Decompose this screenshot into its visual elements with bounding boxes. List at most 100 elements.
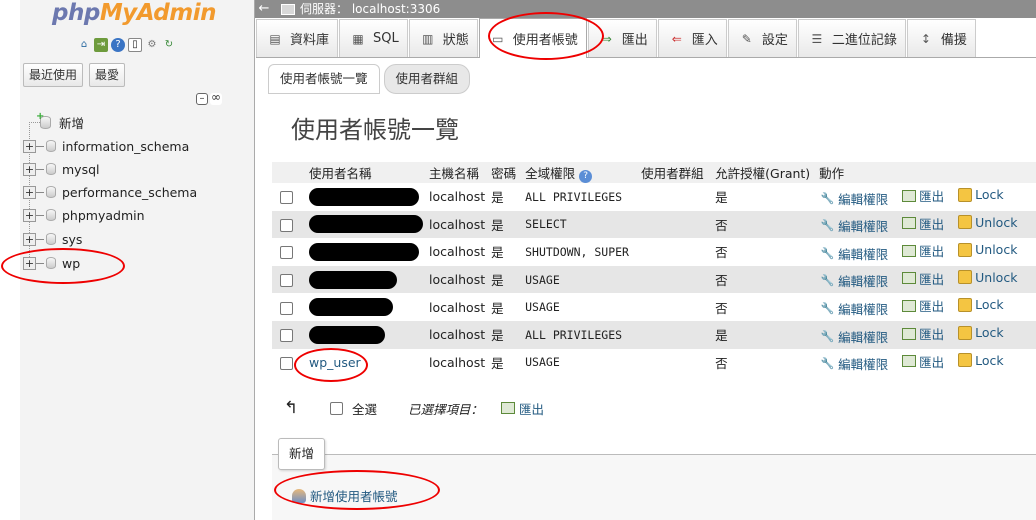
favorites-button[interactable]: 最愛 (89, 63, 126, 87)
add-user-account-link[interactable]: 新增使用者帳號 (292, 486, 398, 505)
bulk-export-button[interactable]: 匯出 (501, 399, 544, 418)
server-label[interactable]: 伺服器： localhost:3306 (300, 0, 440, 18)
db-name[interactable]: performance_schema (62, 185, 197, 200)
tab-databases[interactable]: ▤ 資料庫 (256, 19, 339, 57)
logout-icon[interactable]: ⇥ (94, 38, 108, 52)
phpmyadmin-logo[interactable]: phpMyAdmin (52, 0, 216, 26)
host-cell: localhost (426, 210, 489, 239)
docs-icon[interactable]: ▯ (128, 38, 142, 52)
tab-binary-log[interactable]: ☰ 二進位記錄 (797, 19, 906, 57)
edit-privileges-label: 編輯權限 (838, 274, 889, 290)
username-cell (306, 238, 426, 266)
tree-db-wp[interactable]: + wp (23, 254, 80, 272)
collapse-all-icon[interactable]: – (196, 93, 208, 105)
select-all-label[interactable]: 全選 (352, 399, 377, 418)
header-username[interactable]: 使用者名稱 (306, 162, 426, 183)
header-host[interactable]: 主機名稱 (426, 162, 489, 183)
row-checkbox[interactable] (280, 274, 293, 288)
redacted-username (309, 325, 385, 344)
expand-icon[interactable]: + (23, 185, 36, 199)
redacted-username (309, 242, 419, 261)
sql-icon: ▦ (352, 31, 364, 46)
row-checkbox[interactable] (280, 191, 293, 205)
tree-db-performance-schema[interactable]: + performance_schema (23, 183, 197, 201)
lock-link[interactable]: Lock (958, 353, 1004, 368)
export-link[interactable]: 匯出 (902, 241, 944, 260)
tree-new-database[interactable]: 新增 (36, 111, 84, 131)
tree-db-mysql[interactable]: + mysql (23, 160, 100, 178)
row-checkbox[interactable] (280, 301, 293, 315)
edit-privileges-icon: 🔧 (820, 191, 835, 205)
tab-status[interactable]: ▥ 狀態 (408, 19, 478, 57)
tab-user-accounts[interactable]: ▭ 使用者帳號 (478, 18, 587, 58)
export-label: 匯出 (919, 216, 945, 232)
row-checkbox[interactable] (280, 246, 293, 260)
password-cell: 是 (488, 210, 523, 239)
link-icon[interactable]: ∞ (210, 91, 222, 105)
bulk-actions: ↰ 全選 已選擇項目： 匯出 (284, 398, 544, 418)
tree-db-phpmyadmin[interactable]: + phpmyadmin (23, 206, 145, 224)
help-icon[interactable]: ? (579, 169, 593, 183)
edit-privileges-link[interactable]: 🔧 編輯權限 (820, 327, 888, 346)
row-checkbox[interactable] (280, 356, 293, 370)
export-link[interactable]: 匯出 (902, 296, 944, 315)
export-link[interactable]: 匯出 (902, 269, 944, 288)
db-name[interactable]: wp (62, 256, 80, 271)
db-name[interactable]: phpmyadmin (62, 208, 145, 223)
home-icon[interactable]: ⌂ (77, 38, 91, 52)
db-name[interactable]: information_schema (62, 139, 189, 154)
export-link[interactable]: 匯出 (902, 214, 944, 233)
expand-icon[interactable]: + (23, 208, 36, 222)
select-all-checkbox[interactable] (330, 401, 343, 415)
edit-privileges-link[interactable]: 🔧 編輯權限 (820, 189, 888, 208)
settings-icon[interactable]: ⚙ (145, 38, 159, 52)
tree-db-sys[interactable]: + sys (23, 230, 82, 248)
row-checkbox[interactable] (280, 218, 293, 232)
replication-icon: ↕ (920, 31, 931, 46)
password-cell: 是 (488, 293, 523, 321)
export-icon (902, 272, 917, 285)
export-link[interactable]: 匯出 (902, 186, 944, 205)
edit-privileges-link[interactable]: 🔧 編輯權限 (820, 299, 888, 318)
db-name[interactable]: sys (62, 232, 82, 247)
lock-link[interactable]: Unlock (958, 270, 1017, 285)
export-link[interactable]: 匯出 (902, 352, 944, 371)
export-label: 匯出 (919, 327, 945, 343)
grant-cell: 否 (712, 348, 817, 377)
lock-link[interactable]: Unlock (958, 215, 1017, 230)
db-name[interactable]: mysql (62, 162, 100, 177)
subtab-user-groups[interactable]: 使用者群組 (383, 64, 471, 94)
header-password[interactable]: 密碼 (488, 162, 523, 183)
edit-privileges-link[interactable]: 🔧 編輯權限 (820, 354, 888, 373)
expand-icon[interactable]: + (23, 139, 36, 153)
username-link[interactable]: wp_user (309, 355, 361, 370)
edit-privileges-link[interactable]: 🔧 編輯權限 (820, 216, 888, 235)
export-icon: ⇒ (601, 31, 612, 46)
expand-icon[interactable]: + (23, 162, 36, 176)
recent-button[interactable]: 最近使用 (23, 63, 84, 87)
subtab-accounts-overview[interactable]: 使用者帳號一覽 (268, 64, 380, 94)
lock-link[interactable]: Lock (958, 187, 1004, 202)
tab-replication[interactable]: ↕ 備援 (906, 19, 976, 57)
export-link[interactable]: 匯出 (902, 324, 944, 343)
edit-privileges-link[interactable]: 🔧 編輯權限 (820, 271, 888, 290)
reload-icon[interactable]: ↻ (162, 38, 176, 52)
tree-db-information-schema[interactable]: + information_schema (23, 137, 189, 155)
tab-settings[interactable]: ✎ 設定 (727, 19, 797, 57)
header-user-group: 使用者群組 (638, 162, 713, 183)
tab-import[interactable]: ⇐ 匯入 (657, 19, 727, 57)
row-checkbox[interactable] (280, 329, 293, 343)
edit-privileges-label: 編輯權限 (838, 191, 889, 207)
back-arrow-icon[interactable]: ← (255, 0, 273, 18)
add-fieldset-legend: 新增 (278, 438, 326, 470)
expand-icon[interactable]: + (23, 232, 36, 246)
lock-icon (958, 325, 973, 340)
edit-privileges-link[interactable]: 🔧 編輯權限 (820, 244, 888, 263)
tab-export[interactable]: ⇒ 匯出 (587, 19, 657, 57)
tab-sql[interactable]: ▦ SQL (339, 19, 408, 57)
lock-link[interactable]: Lock (958, 297, 1004, 312)
lock-link[interactable]: Unlock (958, 242, 1017, 257)
help-icon[interactable]: ? (111, 38, 125, 52)
lock-link[interactable]: Lock (958, 325, 1004, 340)
expand-icon[interactable]: + (23, 256, 36, 270)
